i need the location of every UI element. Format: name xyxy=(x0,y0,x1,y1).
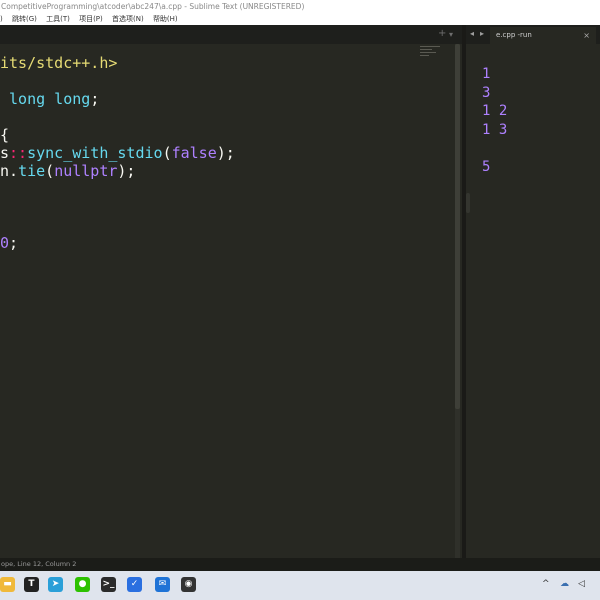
code-line: n.tie(nullptr); xyxy=(0,162,135,180)
tray-overflow-icon[interactable]: ^ xyxy=(542,579,550,589)
new-tab-button[interactable]: + xyxy=(438,28,446,39)
taskbar: ^ ☁ ◁ ▬ T ➤ ● >_ ✓ ✉ ◉ xyxy=(0,571,600,600)
output-scrollbar-thumb[interactable] xyxy=(466,193,470,213)
wechat-icon[interactable]: ● xyxy=(75,577,90,592)
tab-label: e.cpp -run xyxy=(496,31,532,39)
mail-icon[interactable]: ✉ xyxy=(155,577,170,592)
tab-run-output[interactable]: e.cpp -run × xyxy=(490,27,596,44)
volume-icon[interactable]: ◁ xyxy=(578,579,585,589)
menu-item-partial[interactable]: ) xyxy=(0,15,3,23)
code-token: :: xyxy=(9,144,28,162)
code-token: ( xyxy=(162,144,172,162)
menu-bar: ) 跳转(G) 工具(T) 项目(P) 首选项(N) 帮助(H) xyxy=(0,13,600,25)
code-token: sync_with_stdio xyxy=(27,144,163,162)
folder-icon[interactable]: ▬ xyxy=(0,577,15,592)
code-token: long long xyxy=(0,90,91,108)
left-tab-bar: + ▾ xyxy=(0,25,462,44)
output-pane[interactable]: 1 3 1 2 1 3 5 xyxy=(466,44,600,558)
code-token: ( xyxy=(45,162,55,180)
right-tab-bar: ◂ ▸ e.cpp -run × xyxy=(466,25,600,44)
obs-icon[interactable]: ◉ xyxy=(181,577,196,592)
typora-icon[interactable]: T xyxy=(24,577,39,592)
code-editor[interactable]: its/stdc++.h> long long;{s::sync_with_st… xyxy=(0,44,462,558)
code-line: 0; xyxy=(0,234,18,252)
code-token: its/stdc++.h> xyxy=(0,54,118,72)
code-token: ); xyxy=(216,144,235,162)
tray-cloud-icon[interactable]: ☁ xyxy=(560,579,569,589)
editor-scrollbar-thumb[interactable] xyxy=(455,44,460,409)
tab-dropdown-button[interactable]: ▾ xyxy=(449,30,453,39)
window-title: CompetitiveProgramming\atcoder\abc247\a.… xyxy=(0,0,600,13)
code-token: n. xyxy=(0,162,19,180)
menu-item-preferences[interactable]: 首选项(N) xyxy=(112,15,144,23)
code-token: 0 xyxy=(0,234,10,252)
output-line: 1 xyxy=(482,66,491,82)
code-token: tie xyxy=(18,162,46,180)
code-line: s::sync_with_stdio(false); xyxy=(0,144,235,162)
code-token: { xyxy=(0,126,10,144)
code-token: ; xyxy=(9,234,19,252)
menu-item-project[interactable]: 项目(P) xyxy=(79,15,103,23)
terminal-icon[interactable]: >_ xyxy=(101,577,116,592)
status-bar: ope, Line 12, Column 2 xyxy=(0,558,600,571)
tab-nav-left-icon[interactable]: ◂ xyxy=(470,29,474,38)
menu-item-goto[interactable]: 跳转(G) xyxy=(12,15,37,23)
tab-nav-right-icon[interactable]: ▸ xyxy=(480,29,484,38)
output-line: 1 2 xyxy=(482,103,508,119)
todo-icon[interactable]: ✓ xyxy=(127,577,142,592)
output-content: 1 3 1 2 1 3 5 xyxy=(482,65,507,176)
code-line: { xyxy=(0,126,9,144)
output-line: 5 xyxy=(482,158,491,175)
code-token: ; xyxy=(90,90,100,108)
editor-scrollbar[interactable] xyxy=(455,44,460,558)
code-line: its/stdc++.h> xyxy=(0,54,117,72)
code-token: ); xyxy=(117,162,136,180)
menu-item-help[interactable]: 帮助(H) xyxy=(153,15,178,23)
code-line: long long; xyxy=(0,90,99,108)
output-line: 3 xyxy=(482,84,491,101)
code-token: s xyxy=(0,144,10,162)
minimap[interactable] xyxy=(420,46,442,60)
telegram-icon[interactable]: ➤ xyxy=(48,577,63,592)
output-line: 1 3 xyxy=(482,121,508,138)
close-icon[interactable]: × xyxy=(583,27,590,44)
code-token: false xyxy=(171,144,217,162)
code-token: nullptr xyxy=(54,162,118,180)
menu-item-tools[interactable]: 工具(T) xyxy=(46,15,70,23)
